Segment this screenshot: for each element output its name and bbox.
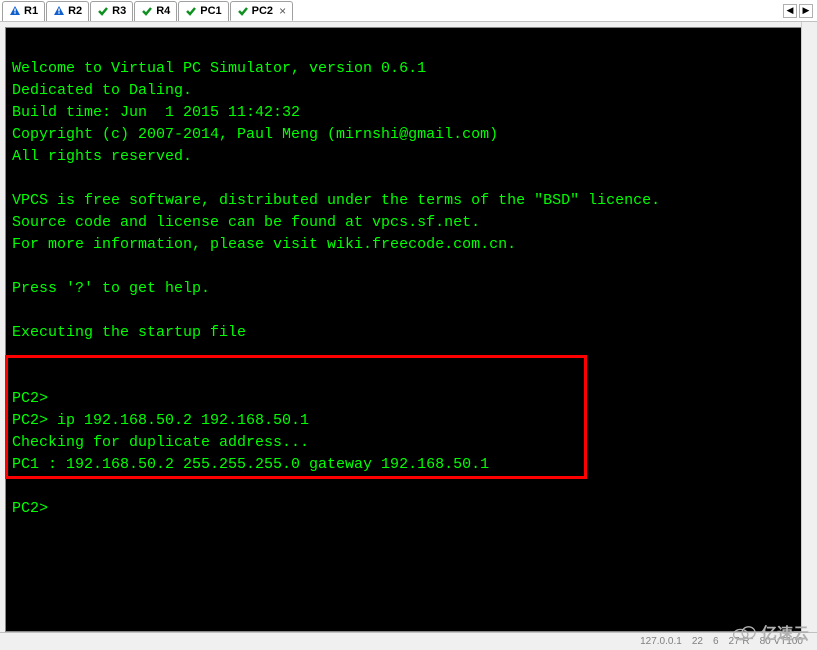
check-icon <box>185 5 197 17</box>
watermark-text: 亿速云 <box>761 620 809 644</box>
tab-label: PC2 <box>252 5 273 17</box>
status-host: 127.0.0.1 <box>640 636 682 647</box>
tab-scroll-left-button[interactable]: ◀ <box>783 4 797 18</box>
tab-scroll-right-button[interactable]: ▶ <box>799 4 813 18</box>
tab-label: R2 <box>68 5 82 17</box>
tab-r4[interactable]: R4 <box>134 1 177 21</box>
terminal[interactable]: Welcome to Virtual PC Simulator, version… <box>6 28 811 631</box>
status-pos1: 22 <box>692 636 703 647</box>
tab-r3[interactable]: R3 <box>90 1 133 21</box>
tab-pc1[interactable]: PC1 <box>178 1 228 21</box>
tab-label: R1 <box>24 5 38 17</box>
tab-r2[interactable]: R2 <box>46 1 89 21</box>
tab-label: R3 <box>112 5 126 17</box>
close-icon[interactable]: × <box>279 4 286 18</box>
status-bar: 127.0.0.1 22 6 27 R 80 VT100 <box>0 632 817 650</box>
tab-label: R4 <box>156 5 170 17</box>
tab-r1[interactable]: R1 <box>2 1 45 21</box>
warning-icon <box>53 5 65 17</box>
cloud-icon <box>731 622 757 642</box>
tab-label: PC1 <box>200 5 221 17</box>
check-icon <box>237 5 249 17</box>
watermark: 亿速云 <box>731 620 809 644</box>
check-icon <box>97 5 109 17</box>
tab-nav: ◀ ▶ <box>783 4 817 18</box>
check-icon <box>141 5 153 17</box>
tab-bar: R1 R2 R3 R4 PC1 PC2 × ◀ ▶ <box>0 0 817 22</box>
warning-icon <box>9 5 21 17</box>
vertical-scrollbar[interactable] <box>801 22 817 632</box>
tab-pc2[interactable]: PC2 × <box>230 1 293 21</box>
terminal-wrapper: Welcome to Virtual PC Simulator, version… <box>5 27 812 632</box>
status-pos2: 6 <box>713 636 719 647</box>
